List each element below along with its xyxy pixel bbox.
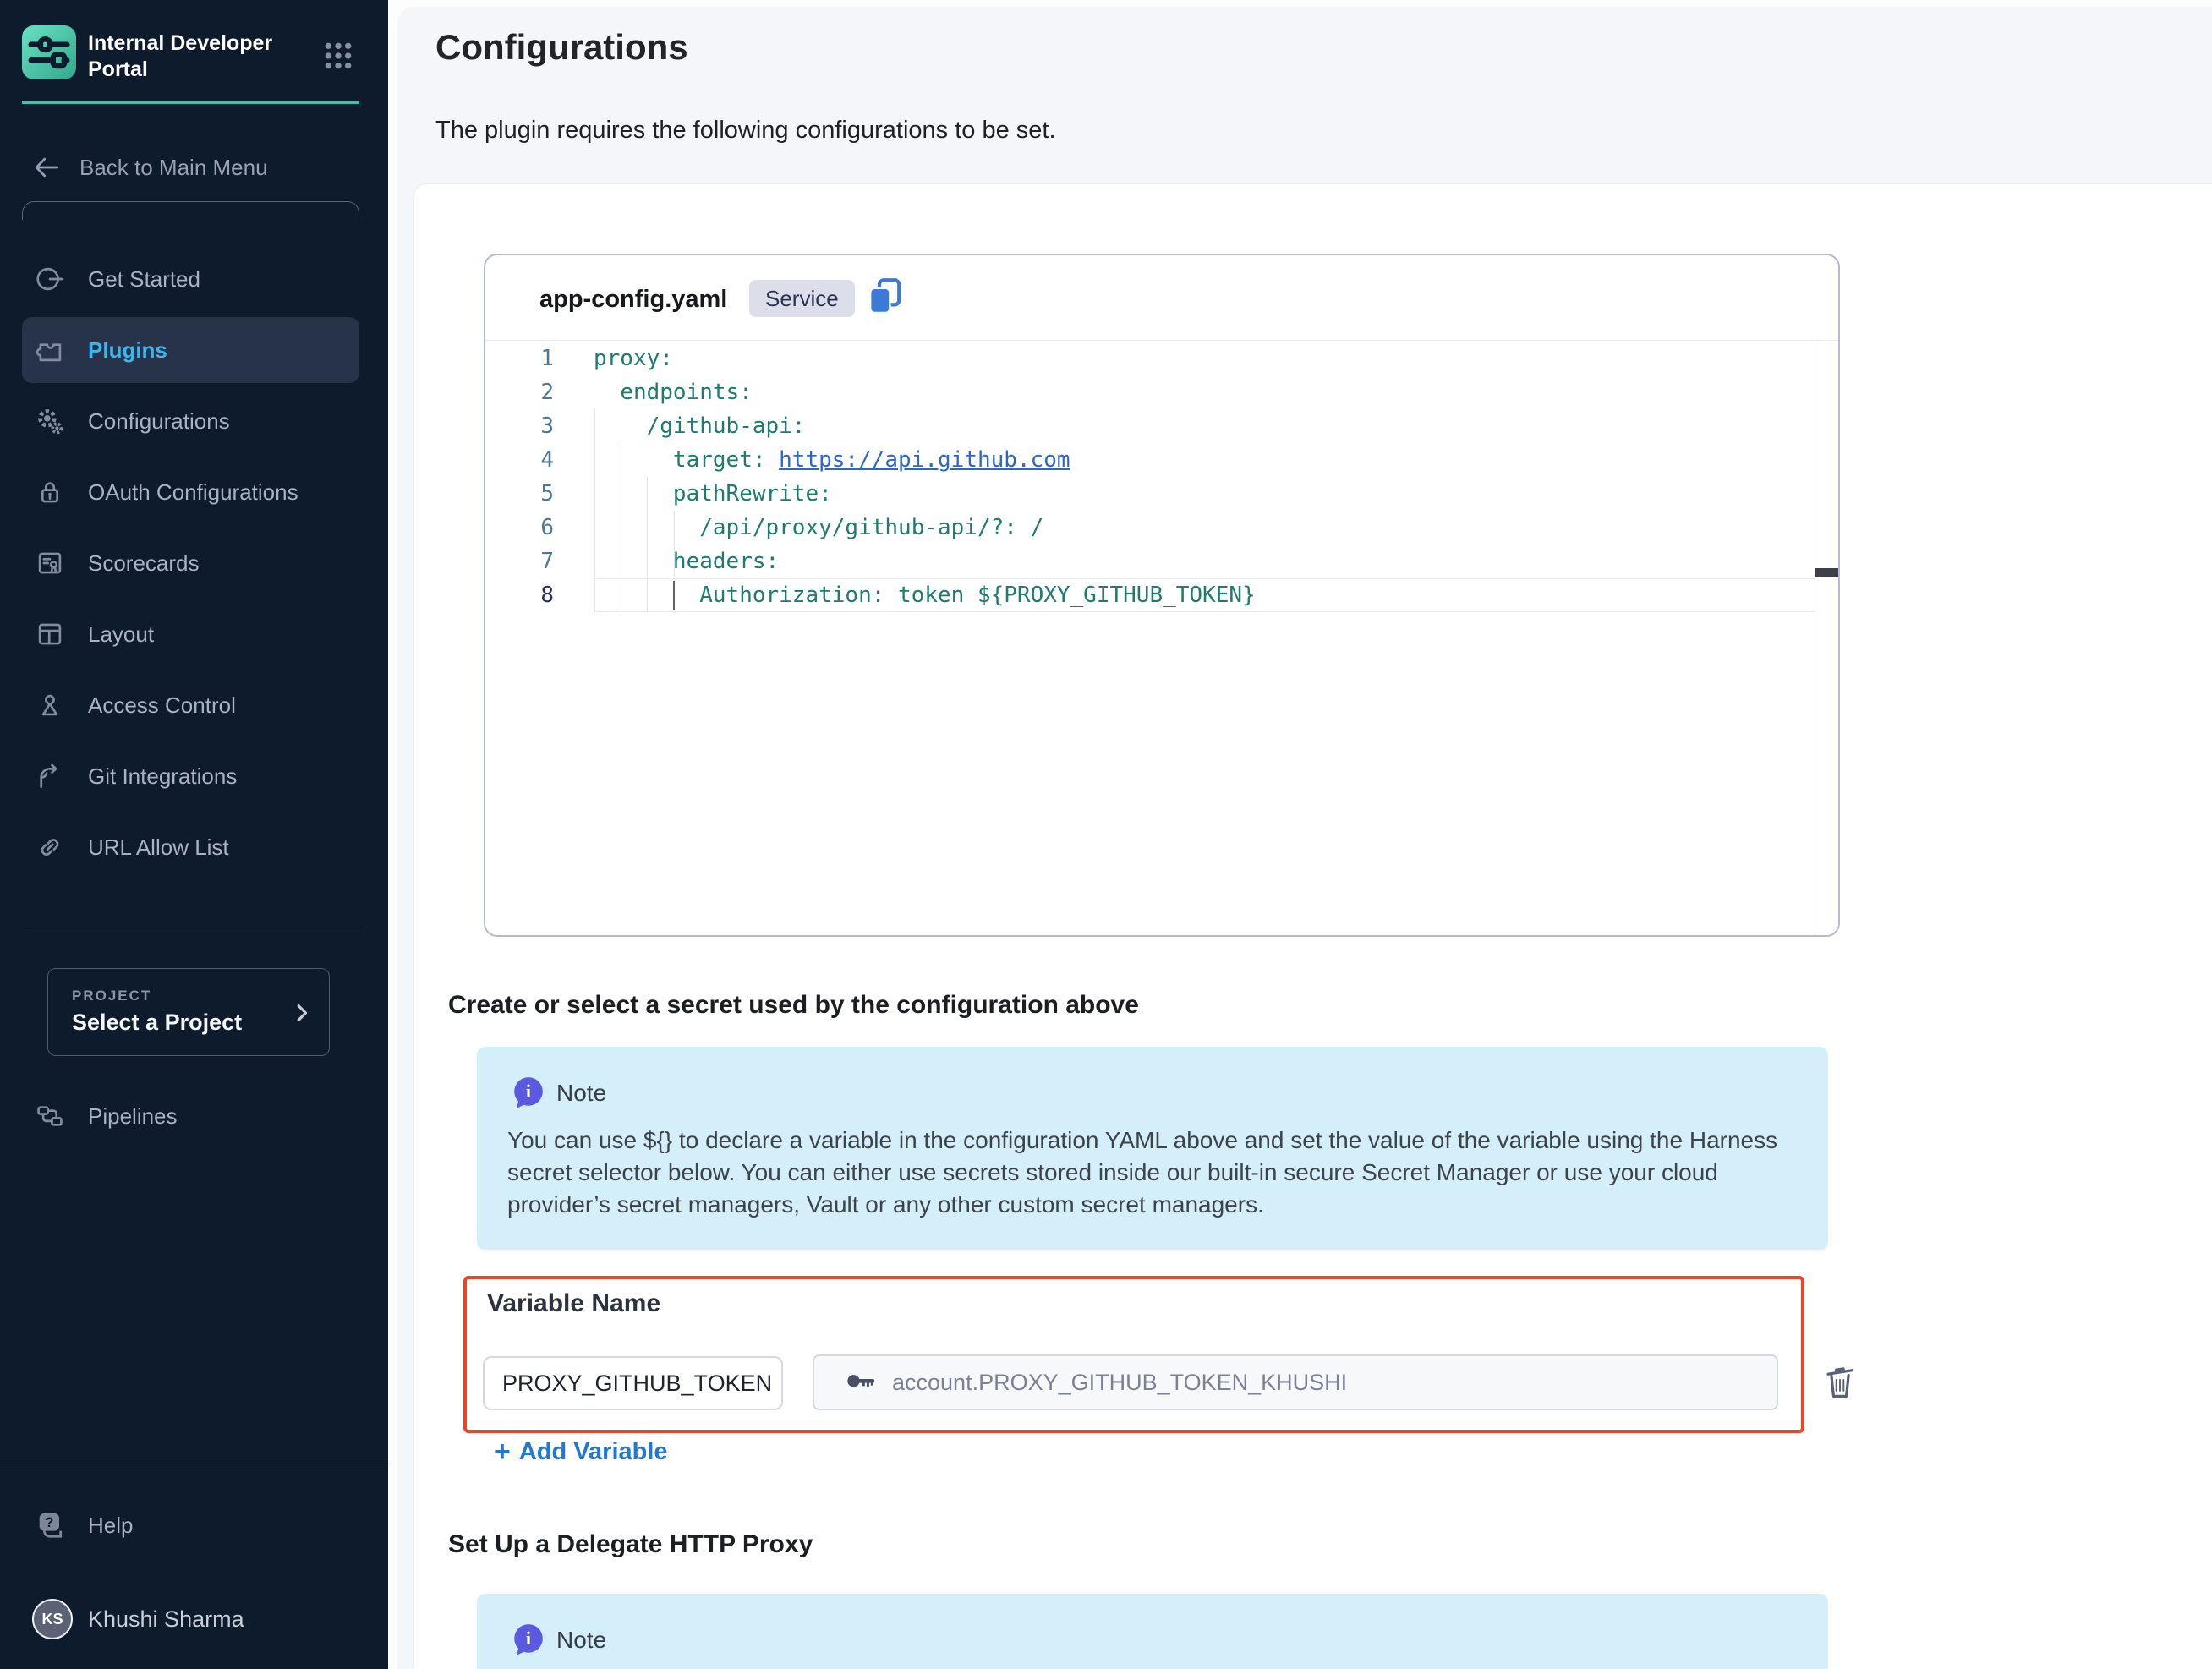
- line-number: 8: [503, 578, 554, 612]
- nav-group-outline: [22, 201, 359, 220]
- sidebar-item-pipelines[interactable]: Pipelines: [22, 1083, 359, 1149]
- line-number: 7: [503, 544, 554, 578]
- page: Internal Developer Portal Back to Main M…: [0, 0, 2212, 1669]
- sidebar-item-plugins[interactable]: Plugins: [22, 317, 359, 383]
- sidebar-item-label: Configurations: [88, 408, 230, 435]
- svg-text:i: i: [526, 1628, 531, 1649]
- access-control-icon: [34, 689, 66, 721]
- sidebar-item-get-started[interactable]: Get Started: [22, 246, 359, 312]
- sidebar-item-label: Access Control: [88, 692, 236, 719]
- code-lines[interactable]: proxy: endpoints: /github-api: target: h…: [594, 342, 1256, 612]
- code-line: headers:: [594, 544, 1256, 578]
- code-line: /github-api:: [594, 409, 1256, 443]
- copy-icon[interactable]: [864, 276, 905, 316]
- note-box: i Note: [477, 1594, 1828, 1669]
- back-to-main-menu[interactable]: Back to Main Menu: [30, 150, 268, 184]
- project-selector[interactable]: PROJECT Select a Project: [47, 968, 330, 1056]
- variable-name-label: Variable Name: [487, 1289, 660, 1318]
- url-allow-list-icon: [34, 831, 66, 863]
- code-line: endpoints:: [594, 375, 1256, 409]
- variable-name-input[interactable]: [483, 1356, 783, 1410]
- plugins-icon: [34, 334, 66, 366]
- info-icon: i: [511, 1075, 546, 1111]
- note-title: Note: [556, 1627, 606, 1654]
- pipelines-icon: [34, 1100, 66, 1132]
- secret-section-heading: Create or select a secret used by the co…: [448, 991, 1139, 1020]
- line-number: 6: [503, 511, 554, 544]
- note-body: You can use ${} to declare a variable in…: [507, 1125, 1793, 1221]
- sidebar-item-label: OAuth Configurations: [88, 479, 298, 506]
- page-title: Configurations: [435, 27, 688, 68]
- app-logo-icon: [22, 25, 76, 79]
- app-title: Internal Developer Portal: [88, 30, 291, 83]
- sidebar-item-label: Git Integrations: [88, 763, 237, 790]
- trash-icon[interactable]: [1818, 1356, 1862, 1404]
- key-icon: [845, 1368, 879, 1397]
- editor-scrollbar-marker[interactable]: [1815, 568, 1838, 577]
- sidebar-item-layout[interactable]: Layout: [22, 601, 359, 667]
- app-grid-icon[interactable]: [321, 39, 355, 73]
- svg-text:?: ?: [45, 1514, 53, 1530]
- oauth-icon: [34, 476, 66, 508]
- code-line: proxy:: [594, 342, 1256, 375]
- project-label: PROJECT: [72, 988, 151, 1004]
- project-value: Select a Project: [72, 1010, 242, 1036]
- sidebar-item-label: Plugins: [88, 337, 167, 364]
- scorecards-icon: [34, 547, 66, 579]
- sidebar-item-label: Get Started: [88, 266, 200, 293]
- git-integrations-icon: [34, 760, 66, 792]
- sidebar-item-url-allow-list[interactable]: URL Allow List: [22, 814, 359, 880]
- line-number: 3: [503, 409, 554, 443]
- line-numbers: 12345678: [503, 342, 554, 612]
- sidebar-item-label: Pipelines: [88, 1103, 178, 1130]
- note-title: Note: [556, 1080, 606, 1107]
- note-box: i Note You can use ${} to declare a vari…: [477, 1047, 1828, 1250]
- line-number: 4: [503, 443, 554, 477]
- sidebar-item-label: URL Allow List: [88, 834, 229, 861]
- sidebar: Internal Developer Portal Back to Main M…: [0, 0, 388, 1669]
- back-to-main-menu-label: Back to Main Menu: [79, 155, 268, 181]
- sidebar-item-access-control[interactable]: Access Control: [22, 672, 359, 738]
- delegate-section-heading: Set Up a Delegate HTTP Proxy: [448, 1530, 813, 1559]
- code-line: Authorization: token ${PROXY_GITHUB_TOKE…: [594, 578, 1256, 612]
- code-line: /api/proxy/github-api/?: /: [594, 511, 1256, 544]
- chevron-right-icon: [287, 998, 317, 1028]
- code-line: target: https://api.github.com: [594, 443, 1256, 477]
- editor-scrollbar-track[interactable]: [1815, 340, 1838, 935]
- service-chip: Service: [749, 280, 855, 317]
- sidebar-item-scorecards[interactable]: Scorecards: [22, 530, 359, 596]
- sidebar-item-label: Layout: [88, 621, 154, 648]
- user-name: Khushi Sharma: [88, 1606, 244, 1633]
- secret-selector[interactable]: account.PROXY_GITHUB_TOKEN_KHUSHI: [813, 1354, 1778, 1410]
- sidebar-item-label: Scorecards: [88, 550, 200, 577]
- avatar: KS: [32, 1599, 73, 1639]
- page-subtitle: The plugin requires the following config…: [435, 117, 1056, 145]
- line-number: 2: [503, 375, 554, 409]
- sidebar-item-git-integrations[interactable]: Git Integrations: [22, 743, 359, 809]
- help-label: Help: [88, 1513, 133, 1539]
- sidebar-item-configurations[interactable]: Configurations: [22, 388, 359, 454]
- plus-icon: +: [494, 1437, 511, 1466]
- configurations-icon: [34, 405, 66, 437]
- sidebar-accent-rule: [22, 101, 359, 104]
- line-number: 1: [503, 342, 554, 375]
- add-variable-button[interactable]: + Add Variable: [494, 1437, 668, 1466]
- add-variable-label: Add Variable: [519, 1438, 668, 1466]
- layout-icon: [34, 618, 66, 650]
- arrow-left-icon: [30, 151, 63, 183]
- info-icon: i: [511, 1622, 546, 1658]
- code-line: pathRewrite:: [594, 477, 1256, 511]
- line-number: 5: [503, 477, 554, 511]
- help-chat-icon: ?: [34, 1508, 68, 1542]
- help-button[interactable]: ? Help: [22, 1492, 359, 1558]
- svg-text:i: i: [526, 1081, 531, 1102]
- editor-filename: app-config.yaml: [539, 286, 727, 314]
- secret-value: account.PROXY_GITHUB_TOKEN_KHUSHI: [892, 1370, 1347, 1396]
- variable-highlight-box: Variable Name account.PROXY_GITHUB_TOKEN…: [463, 1276, 1804, 1433]
- sidebar-nav: Get Started Plugins Configurations OAuth Co…: [0, 246, 388, 885]
- get-started-icon: [34, 263, 66, 295]
- sidebar-item-oauth-configurations[interactable]: OAuth Configurations: [22, 459, 359, 525]
- user-menu[interactable]: KS Khushi Sharma: [22, 1594, 377, 1644]
